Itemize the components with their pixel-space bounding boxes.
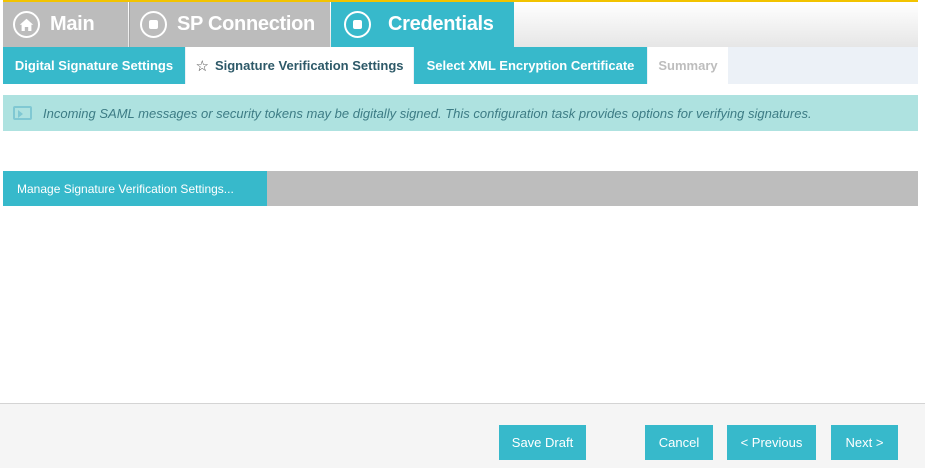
subtab-label: Signature Verification Settings bbox=[214, 58, 404, 73]
tab-sp-connection-label: SP Connection bbox=[177, 13, 315, 35]
star-icon: ☆ bbox=[195, 57, 209, 75]
tab-credentials[interactable]: Credentials bbox=[331, 2, 514, 47]
manage-button-label: Manage Signature Verification Settings..… bbox=[17, 181, 234, 196]
save-draft-button[interactable]: Save Draft bbox=[499, 425, 586, 460]
stop-circle-icon bbox=[140, 11, 167, 38]
manage-signature-verification-button[interactable]: Manage Signature Verification Settings..… bbox=[3, 171, 267, 206]
info-banner: Incoming SAML messages or security token… bbox=[3, 95, 918, 131]
tab-main[interactable]: Main bbox=[3, 2, 128, 47]
tab-main-label: Main bbox=[50, 13, 95, 35]
top-tab-bar: Main SP Connection Credentials bbox=[3, 0, 918, 47]
subtab-label: Summary bbox=[658, 58, 718, 73]
subtab-label: Select XML Encryption Certificate bbox=[426, 58, 635, 73]
stop-circle-icon bbox=[344, 11, 371, 38]
subtab-label: Digital Signature Settings bbox=[14, 58, 174, 73]
message-icon bbox=[13, 106, 32, 120]
previous-button[interactable]: < Previous bbox=[727, 425, 816, 460]
subtab-digital-signature-settings[interactable]: Digital Signature Settings bbox=[3, 47, 185, 84]
tab-credentials-label: Credentials bbox=[388, 13, 494, 35]
footer-bar: Save Draft Cancel < Previous Next > bbox=[0, 403, 925, 468]
subtab-select-xml-encryption-certificate[interactable]: Select XML Encryption Certificate bbox=[414, 47, 647, 84]
home-icon bbox=[13, 11, 40, 38]
next-button[interactable]: Next > bbox=[831, 425, 898, 460]
manage-bar: Manage Signature Verification Settings..… bbox=[3, 171, 918, 206]
cancel-button[interactable]: Cancel bbox=[645, 425, 713, 460]
info-message: Incoming SAML messages or security token… bbox=[43, 105, 812, 121]
tab-sp-connection[interactable]: SP Connection bbox=[129, 2, 330, 47]
subtab-summary: Summary bbox=[648, 47, 728, 84]
subtab-signature-verification-settings[interactable]: ☆ Signature Verification Settings bbox=[186, 47, 413, 84]
sub-tab-bar: Digital Signature Settings ☆ Signature V… bbox=[3, 47, 918, 84]
